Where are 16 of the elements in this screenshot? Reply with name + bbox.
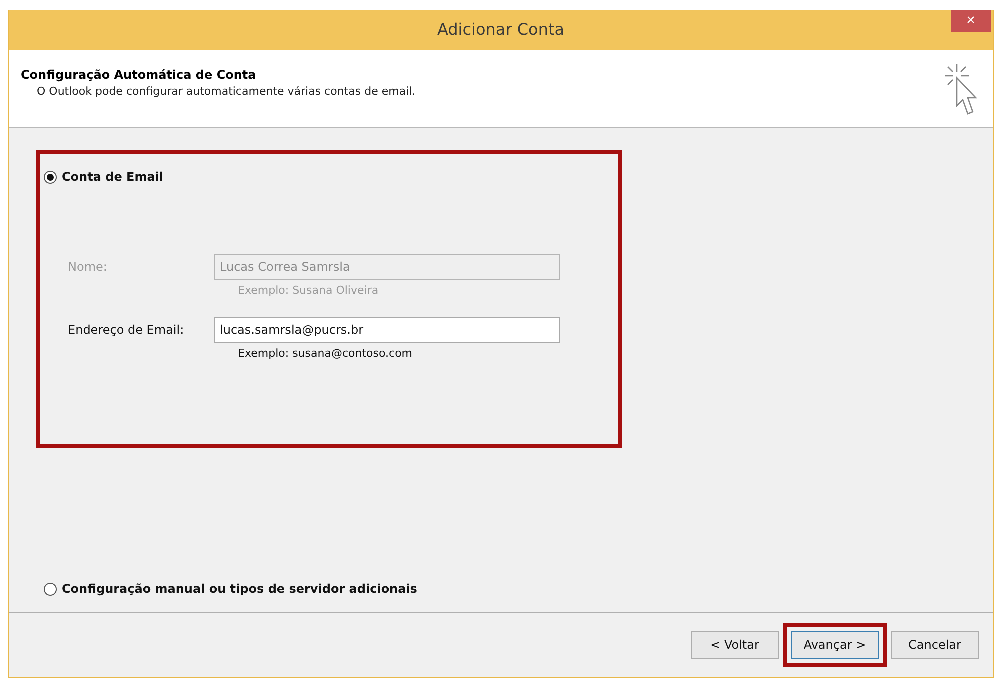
radio-label[interactable]: Conta de Email xyxy=(62,170,164,184)
field-label: Nome: xyxy=(68,260,108,274)
field-label: Endereço de Email: xyxy=(68,323,186,337)
dialog-button[interactable]: Cancelar xyxy=(891,631,979,659)
header-description: O Outlook pode configurar automaticamente várias contas de email. xyxy=(37,85,416,98)
example-hint: Exemplo: susana@contoso.com xyxy=(238,347,414,360)
radio-button[interactable] xyxy=(44,582,57,596)
example-hint: Exemplo: Susana Oliveira xyxy=(238,284,380,297)
radio-button[interactable] xyxy=(44,170,57,184)
dialog-button[interactable]: Avançar > xyxy=(791,631,879,659)
dialog-button[interactable]: < Voltar xyxy=(691,631,779,659)
header-title: Configuração Automática de Conta xyxy=(21,68,258,82)
radio-label[interactable]: Configuração manual ou tipos de servidor adicionais xyxy=(62,582,418,596)
input-field[interactable]: lucas.samrsla@pucrs.br xyxy=(214,317,560,343)
close-button[interactable]: × xyxy=(951,10,991,32)
window-title: Adicionar Conta xyxy=(437,20,565,39)
